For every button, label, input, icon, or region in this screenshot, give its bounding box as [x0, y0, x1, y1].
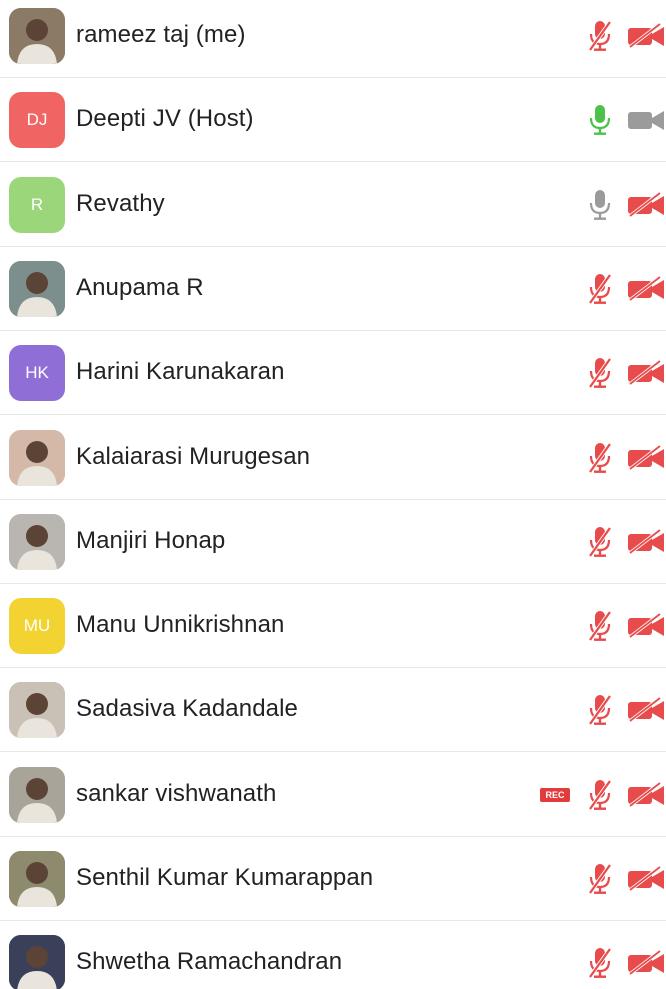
avatar-photo: [9, 261, 65, 317]
avatar-photo: [9, 430, 65, 486]
participant-row[interactable]: rameez taj (me): [0, 0, 666, 78]
mic-muted-icon[interactable]: [587, 356, 613, 390]
microphone-icon[interactable]: [587, 103, 613, 137]
mic-muted-icon[interactable]: [587, 272, 613, 306]
avatar-initials: R: [30, 195, 44, 214]
participant-name: Harini Karunakaran: [76, 358, 285, 385]
avatar-photo: [9, 935, 65, 989]
avatar: R: [9, 177, 65, 233]
participant-row[interactable]: Sadasiva Kadandale: [0, 668, 666, 752]
participant-row[interactable]: DJ Deepti JV (Host): [0, 78, 666, 162]
avatar-photo: [9, 514, 65, 570]
rec-badge: REC: [540, 788, 570, 802]
avatar-initials: DJ: [26, 110, 48, 129]
participant-name: Anupama R: [76, 274, 204, 301]
video-off-icon[interactable]: [626, 22, 666, 49]
avatar: DJ: [9, 92, 65, 148]
avatar-photo: [9, 682, 65, 738]
mic-muted-icon[interactable]: [587, 862, 613, 896]
participant-name: Revathy: [76, 190, 165, 217]
participant-row[interactable]: HK Harini Karunakaran: [0, 331, 666, 415]
participant-row[interactable]: Shwetha Ramachandran: [0, 921, 666, 989]
video-off-icon[interactable]: [626, 191, 666, 218]
mic-muted-icon[interactable]: [587, 441, 613, 475]
mic-muted-icon[interactable]: [587, 525, 613, 559]
video-off-icon[interactable]: [626, 528, 666, 555]
participant-name: Manjiri Honap: [76, 527, 226, 554]
participant-name: Kalaiarasi Murugesan: [76, 443, 311, 470]
video-off-icon[interactable]: [626, 696, 666, 723]
video-off-icon[interactable]: [626, 275, 666, 302]
participants-list: rameez taj (me) DJ Deepti JV (Host) R Revath…: [0, 0, 666, 989]
participant-row[interactable]: MU Manu Unnikrishnan: [0, 584, 666, 668]
participant-name: rameez taj (me): [76, 21, 246, 48]
participant-name: sankar vishwanath: [76, 780, 277, 807]
microphone-icon[interactable]: [587, 188, 613, 222]
video-off-icon[interactable]: [626, 444, 666, 471]
participant-row[interactable]: Senthil Kumar Kumarappan: [0, 837, 666, 921]
video-off-icon[interactable]: [626, 781, 666, 808]
participant-row[interactable]: Kalaiarasi Murugesan: [0, 416, 666, 500]
video-off-icon[interactable]: [626, 949, 666, 976]
mic-muted-icon[interactable]: [587, 19, 613, 53]
mic-muted-icon[interactable]: [587, 693, 613, 727]
avatar: MU: [9, 598, 65, 654]
participant-name: Sadasiva Kadandale: [76, 695, 298, 722]
participant-row[interactable]: sankar vishwanath REC: [0, 753, 666, 837]
mic-muted-icon[interactable]: [587, 946, 613, 980]
participant-name: Manu Unnikrishnan: [76, 611, 285, 638]
avatar-photo: [9, 767, 65, 823]
video-camera-icon[interactable]: [626, 107, 666, 133]
avatar-initials: HK: [25, 363, 49, 382]
participant-name: Shwetha Ramachandran: [76, 948, 343, 975]
participant-row[interactable]: Manjiri Honap: [0, 500, 666, 584]
participant-row[interactable]: Anupama R: [0, 247, 666, 331]
video-off-icon[interactable]: [626, 359, 666, 386]
participant-name: Deepti JV (Host): [76, 105, 254, 132]
video-off-icon[interactable]: [626, 612, 666, 639]
participant-name: Senthil Kumar Kumarappan: [76, 864, 374, 891]
mic-muted-icon[interactable]: [587, 778, 613, 812]
avatar-photo: [9, 8, 65, 64]
avatar-initials: MU: [23, 616, 51, 635]
video-off-icon[interactable]: [626, 865, 666, 892]
mic-muted-icon[interactable]: [587, 609, 613, 643]
participant-row[interactable]: R Revathy: [0, 163, 666, 247]
avatar: HK: [9, 345, 65, 401]
avatar-photo: [9, 851, 65, 907]
